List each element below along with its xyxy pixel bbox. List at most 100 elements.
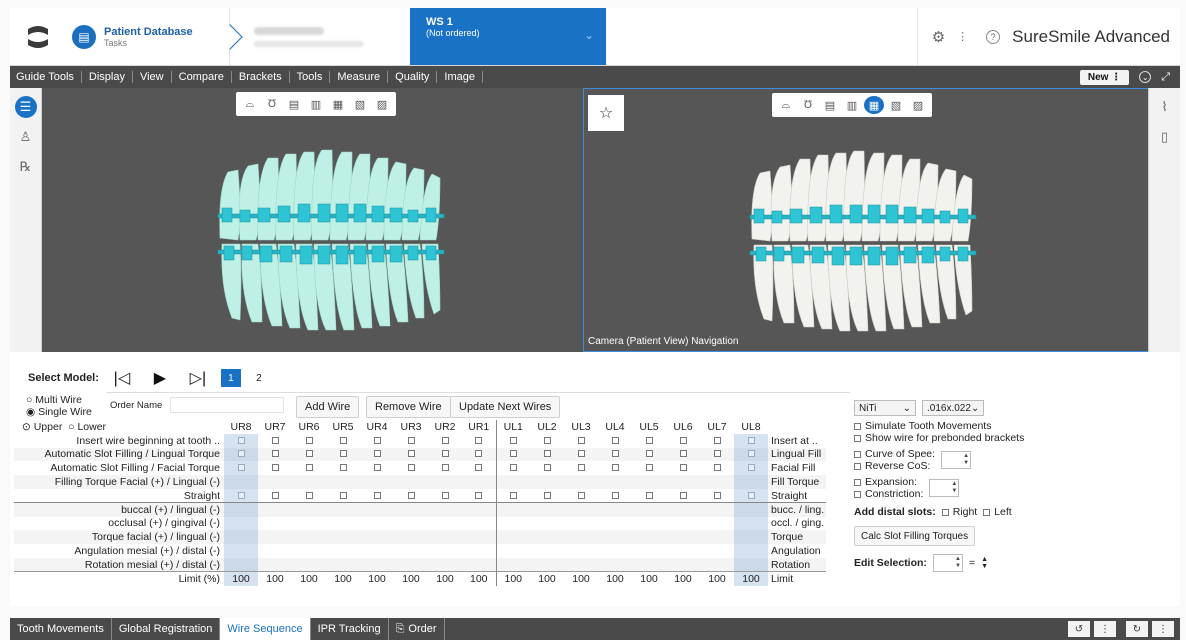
table-cell[interactable] xyxy=(292,434,326,448)
table-cell[interactable] xyxy=(530,475,564,489)
checkbox-icon[interactable] xyxy=(713,450,721,458)
chevron-circle-icon[interactable]: ⌄ xyxy=(1139,71,1152,83)
checkbox-icon[interactable] xyxy=(339,491,347,499)
redo-menu-icon[interactable]: ⋮ xyxy=(1152,621,1174,637)
checkbox-icon[interactable] xyxy=(713,436,721,444)
calc-slot-filling-button[interactable]: Calc Slot Filling Torques xyxy=(854,526,976,546)
table-cell[interactable] xyxy=(360,517,394,531)
limit-value[interactable]: 100 xyxy=(462,571,497,586)
table-cell[interactable] xyxy=(428,447,462,462)
limit-value[interactable]: 100 xyxy=(734,571,768,586)
limit-value[interactable]: 100 xyxy=(394,571,428,586)
table-cell[interactable] xyxy=(564,434,598,448)
checkbox-icon[interactable] xyxy=(611,450,619,458)
checkbox-icon[interactable] xyxy=(475,491,483,499)
last-model-icon[interactable]: ▷| xyxy=(183,368,213,388)
table-cell[interactable] xyxy=(428,461,462,475)
checkbox-icon[interactable] xyxy=(509,491,517,499)
table-cell[interactable] xyxy=(360,475,394,489)
order-name-input[interactable] xyxy=(170,397,285,413)
distal-right-checkbox[interactable]: Right xyxy=(941,506,977,518)
table-cell[interactable] xyxy=(394,461,428,475)
checkbox-icon[interactable] xyxy=(271,450,279,458)
table-cell[interactable] xyxy=(394,517,428,531)
menu-guide-tools[interactable]: Guide Tools xyxy=(10,71,82,83)
table-cell[interactable] xyxy=(292,517,326,531)
checkbox-icon[interactable] xyxy=(407,464,415,472)
left-viewport[interactable]: ⌓ Ʊ ▤ ▥ ▦ ▧ ▨ xyxy=(42,88,582,352)
limit-value[interactable]: 100 xyxy=(530,571,564,586)
table-cell[interactable] xyxy=(224,544,258,558)
patient-icon[interactable]: ♙ xyxy=(15,126,37,148)
checkbox-icon[interactable] xyxy=(271,464,279,472)
upper-radio[interactable]: ⊙ Upper xyxy=(22,421,62,433)
table-cell[interactable] xyxy=(326,517,360,531)
lower-radio[interactable]: ○ Lower xyxy=(68,421,106,433)
expand-icon[interactable]: ⤢ xyxy=(1161,71,1170,84)
table-cell[interactable] xyxy=(258,489,292,503)
menu-display[interactable]: Display xyxy=(82,71,133,83)
table-cell[interactable] xyxy=(666,530,700,545)
tab-ipr-tracking[interactable]: IPR Tracking xyxy=(311,618,389,640)
table-cell[interactable] xyxy=(734,544,768,558)
table-cell[interactable] xyxy=(564,530,598,545)
checkbox-icon[interactable] xyxy=(305,436,313,444)
checkbox-icon[interactable] xyxy=(407,491,415,499)
menu-tools[interactable]: Tools xyxy=(290,71,331,83)
table-cell[interactable] xyxy=(224,447,258,462)
table-cell[interactable] xyxy=(700,502,734,517)
menu-quality[interactable]: Quality xyxy=(388,71,438,83)
table-cell[interactable] xyxy=(360,434,394,448)
table-cell[interactable] xyxy=(326,447,360,462)
table-cell[interactable] xyxy=(326,502,360,517)
table-cell[interactable] xyxy=(224,530,258,545)
menu-image[interactable]: Image xyxy=(437,71,483,83)
table-cell[interactable] xyxy=(394,557,428,572)
table-cell[interactable] xyxy=(326,544,360,558)
table-cell[interactable] xyxy=(632,544,666,558)
table-cell[interactable] xyxy=(700,475,734,489)
table-cell[interactable] xyxy=(224,461,258,476)
undo-icon[interactable]: ↺ xyxy=(1068,621,1090,637)
table-cell[interactable] xyxy=(462,557,497,572)
expansion-checkbox[interactable]: Expansion: xyxy=(854,476,923,488)
table-cell[interactable] xyxy=(598,517,632,531)
table-cell[interactable] xyxy=(700,530,734,545)
table-cell[interactable] xyxy=(564,544,598,558)
table-cell[interactable] xyxy=(598,475,632,489)
distal-left-checkbox[interactable]: Left xyxy=(983,506,1012,518)
play-icon[interactable]: ▶ xyxy=(145,368,175,388)
table-cell[interactable] xyxy=(496,517,530,531)
checkbox-icon[interactable] xyxy=(509,450,517,458)
table-cell[interactable] xyxy=(734,433,768,448)
table-cell[interactable] xyxy=(394,489,428,503)
table-cell[interactable] xyxy=(496,447,530,462)
checkbox-icon[interactable] xyxy=(271,491,279,499)
checkbox-icon[interactable] xyxy=(373,491,381,499)
table-cell[interactable] xyxy=(564,502,598,517)
limit-value[interactable]: 100 xyxy=(700,571,734,586)
stepper-arrows-icon[interactable]: ▲ ▼ xyxy=(981,556,988,570)
table-cell[interactable] xyxy=(258,517,292,531)
table-cell[interactable] xyxy=(326,475,360,489)
table-cell[interactable] xyxy=(598,461,632,475)
table-cell[interactable] xyxy=(666,502,700,517)
table-cell[interactable] xyxy=(258,434,292,448)
checkbox-icon[interactable] xyxy=(475,464,483,472)
checkbox-icon[interactable] xyxy=(237,450,245,458)
chevron-down-icon[interactable]: ⌄ xyxy=(584,28,594,42)
table-cell[interactable] xyxy=(632,447,666,462)
menu-compare[interactable]: Compare xyxy=(172,71,232,83)
chart-icon[interactable]: ⌇ xyxy=(1154,96,1176,118)
table-cell[interactable] xyxy=(530,517,564,531)
checkbox-icon[interactable] xyxy=(271,436,279,444)
table-cell[interactable] xyxy=(700,461,734,475)
table-cell[interactable] xyxy=(360,502,394,517)
table-cell[interactable] xyxy=(530,530,564,545)
table-cell[interactable] xyxy=(326,557,360,572)
checkbox-icon[interactable] xyxy=(645,491,653,499)
table-cell[interactable] xyxy=(496,461,530,475)
workspace-tab[interactable]: WS 1 (Not ordered) ⌄ xyxy=(410,8,606,65)
checkbox-icon[interactable] xyxy=(509,436,517,444)
checkbox-icon[interactable] xyxy=(577,464,585,472)
